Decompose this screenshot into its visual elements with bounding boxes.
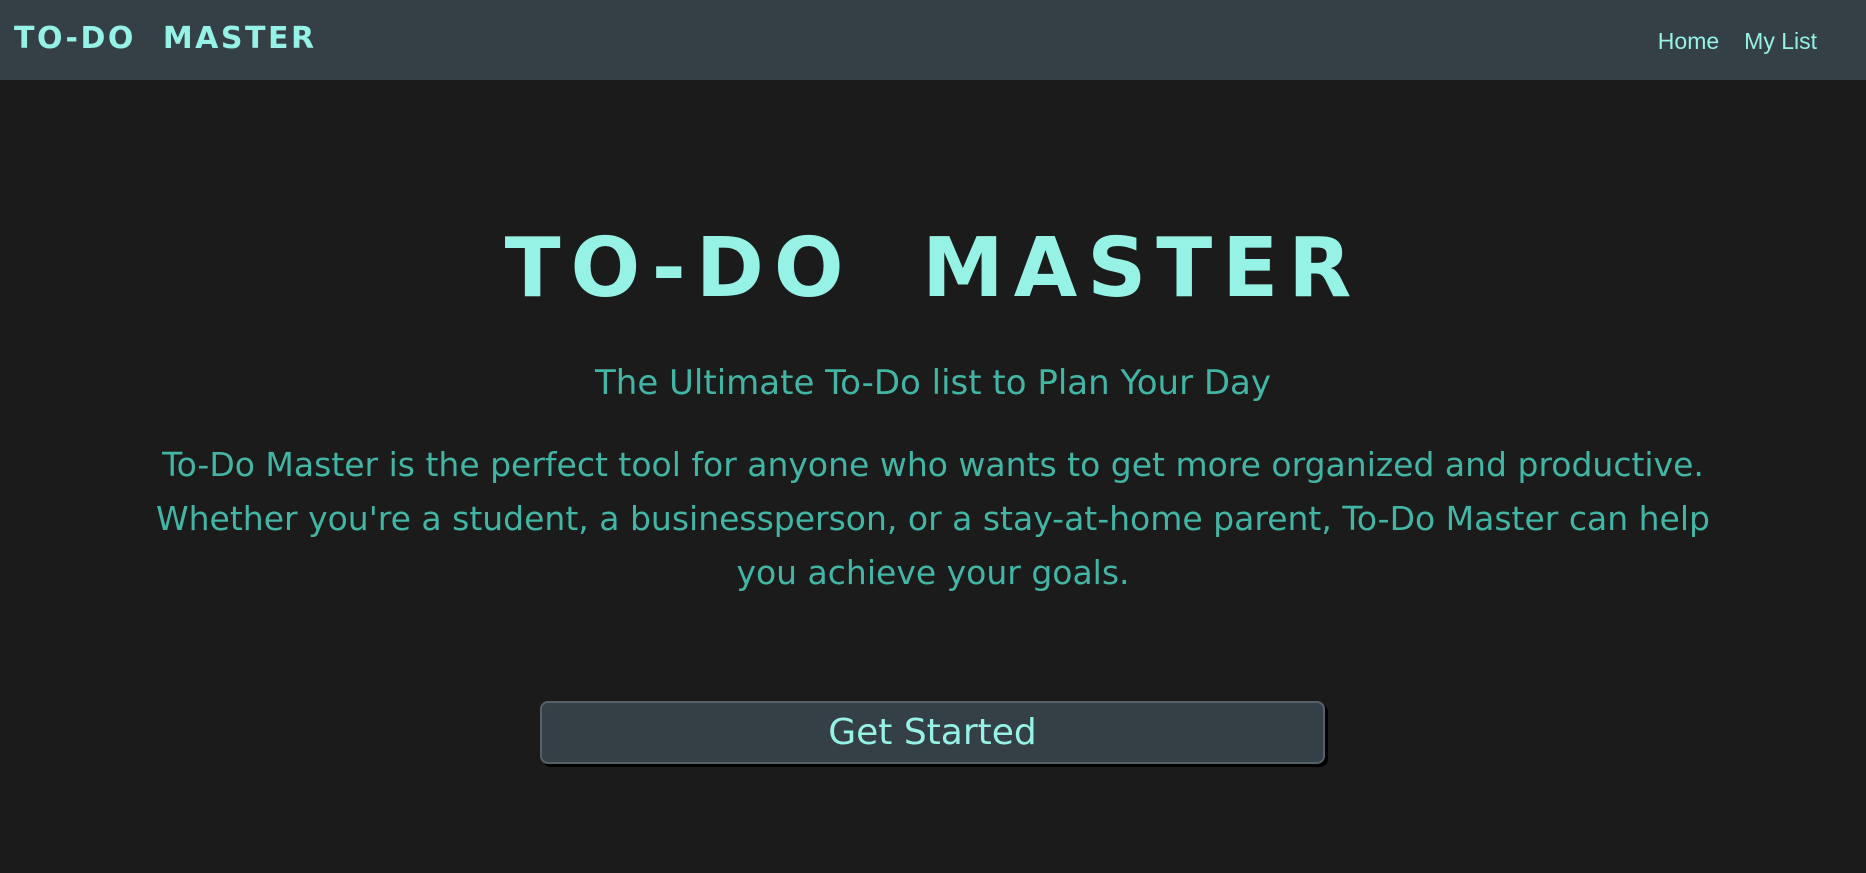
hero-subtitle: The Ultimate To-Do list to Plan Your Day (595, 363, 1271, 403)
brand-logo[interactable]: TO-DO MASTER (14, 21, 317, 56)
nav-link-my-list[interactable]: My List (1744, 28, 1817, 55)
nav-links: Home My List (1658, 28, 1817, 55)
get-started-button[interactable]: Get Started (540, 701, 1325, 764)
hero-section: TO-DO MASTER The Ultimate To-Do list to … (0, 80, 1866, 873)
hero-title: TO-DO MASTER (504, 221, 1362, 316)
nav-link-home[interactable]: Home (1658, 28, 1719, 55)
hero-description: To-Do Master is the perfect tool for any… (156, 445, 1710, 592)
top-navbar: TO-DO MASTER Home My List (0, 0, 1866, 80)
